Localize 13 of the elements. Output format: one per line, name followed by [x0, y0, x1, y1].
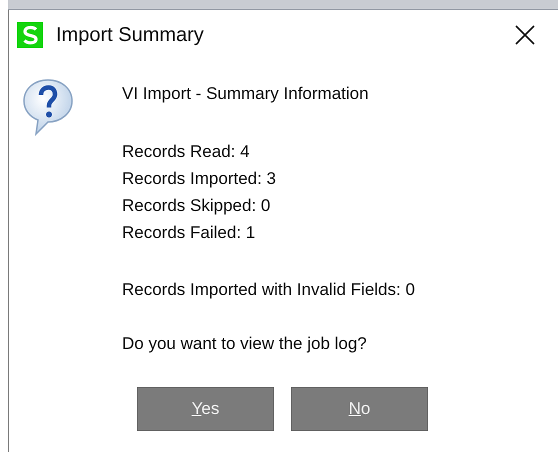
app-logo-icon [17, 22, 43, 48]
dialog-button[interactable]: Yes [137, 387, 274, 431]
close-icon[interactable] [515, 25, 535, 45]
question-bubble-icon [22, 78, 74, 136]
record-count: Records Failed: 1 [122, 222, 256, 244]
record-count: Records Skipped: 0 [122, 195, 272, 217]
prompt-text: Do you want to view the job log? [122, 333, 368, 355]
record-count: Records Read: 4 [122, 141, 251, 163]
summary-heading: VI Import - Summary Information [122, 83, 370, 105]
window-title: Import Summary [56, 24, 204, 46]
dialog-button[interactable]: No [291, 387, 428, 431]
record-count: Records Imported: 3 [122, 168, 278, 190]
invalid-fields-count: Records Imported with Invalid Fields: 0 [122, 279, 415, 301]
